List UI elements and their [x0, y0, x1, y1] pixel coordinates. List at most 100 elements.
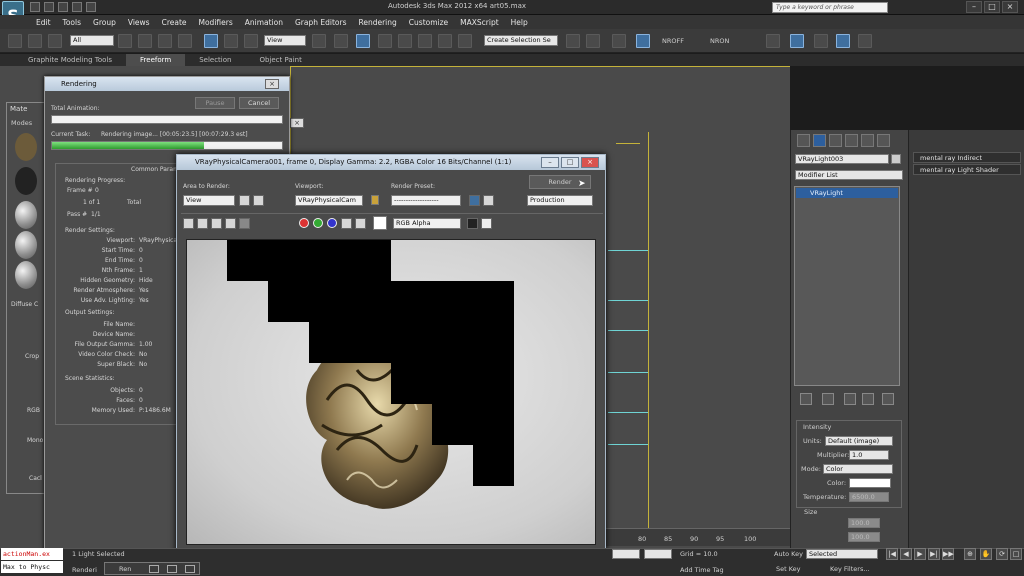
percent-snap-icon[interactable] [418, 34, 432, 48]
curve-editor-icon[interactable] [766, 34, 780, 48]
menu-edit[interactable]: Edit [30, 15, 57, 29]
half-length-spinner[interactable]: 100.0 [848, 518, 880, 528]
render-production-icon[interactable] [858, 34, 872, 48]
keyboard-shortcut-toggle-icon[interactable] [356, 34, 370, 48]
render-preset-dropdown[interactable]: ------------------- [391, 195, 461, 206]
save-image-icon[interactable] [183, 218, 194, 229]
mirror-icon[interactable] [566, 34, 580, 48]
unlink-icon[interactable] [28, 34, 42, 48]
previous-frame-icon[interactable]: ◀ [900, 548, 912, 560]
clone-frame-icon[interactable] [197, 218, 208, 229]
close-button[interactable]: × [581, 157, 599, 168]
green-channel-icon[interactable] [313, 218, 323, 228]
alpha-channel-icon[interactable] [341, 218, 352, 229]
search-input[interactable]: Type a keyword or phrase [772, 2, 888, 13]
show-end-result-icon[interactable] [822, 393, 834, 405]
modifier-list-dropdown[interactable]: Modifier List [795, 170, 903, 180]
color-swatch[interactable] [849, 478, 891, 488]
environment-icon[interactable] [483, 195, 494, 206]
select-move-icon[interactable] [204, 34, 218, 48]
maxscript-listener-line[interactable]: Max to Physc [1, 561, 63, 573]
menu-rendering[interactable]: Rendering [352, 15, 402, 29]
object-name-field[interactable]: VRayLight003 [795, 154, 889, 164]
material-slot[interactable] [15, 201, 37, 229]
play-icon[interactable]: ▶ [914, 548, 926, 560]
menu-views[interactable]: Views [122, 15, 156, 29]
viewport-dropdown[interactable]: VRayPhysicalCam [295, 195, 363, 206]
pivot-center-icon[interactable] [312, 34, 326, 48]
tab-freeform[interactable]: Freeform [126, 54, 186, 66]
reference-coordinate-dropdown[interactable]: View [264, 35, 306, 46]
modify-tab-icon[interactable] [813, 134, 826, 147]
undo-icon[interactable] [72, 2, 82, 12]
snaps-toggle-icon[interactable] [378, 34, 392, 48]
orbit-icon[interactable]: ⟳ [996, 548, 1008, 560]
angle-snap-icon[interactable] [398, 34, 412, 48]
mode-dropdown[interactable]: Color [823, 464, 893, 474]
hierarchy-tab-icon[interactable] [829, 134, 842, 147]
remove-modifier-icon[interactable] [862, 393, 874, 405]
edit-named-selection-icon[interactable] [458, 34, 472, 48]
link-icon[interactable] [8, 34, 22, 48]
material-slot[interactable] [15, 133, 37, 161]
key-mode-dropdown[interactable]: Selected [806, 549, 878, 559]
clear-image-icon[interactable] [225, 218, 236, 229]
menu-animation[interactable]: Animation [239, 15, 289, 29]
material-editor-icon[interactable] [814, 34, 828, 48]
track-mouse-icon[interactable] [211, 218, 222, 229]
object-color-swatch[interactable] [891, 154, 901, 164]
modifier-stack[interactable]: VRayLight [794, 186, 900, 386]
common-params-header[interactable]: Common Param [131, 166, 179, 173]
color-swatch[interactable] [373, 216, 387, 230]
minimize-icon[interactable] [149, 565, 159, 573]
go-to-end-icon[interactable]: ▶▶ [942, 548, 954, 560]
next-frame-icon[interactable]: ▶| [928, 548, 940, 560]
render-image[interactable] [186, 239, 596, 545]
units-dropdown[interactable]: Default (image) [825, 436, 893, 446]
bind-space-warp-icon[interactable] [48, 34, 62, 48]
motion-tab-icon[interactable] [845, 134, 858, 147]
spinner-snap-icon[interactable] [438, 34, 452, 48]
restore-icon[interactable] [167, 565, 177, 573]
multiplier-spinner[interactable]: 1.0 [849, 450, 889, 460]
menu-help[interactable]: Help [505, 15, 534, 29]
zoom-icon[interactable]: ⊕ [964, 548, 976, 560]
nron-button[interactable]: NRON [710, 37, 729, 45]
close-x-icon[interactable] [239, 218, 250, 229]
window-crossing-icon[interactable] [178, 34, 192, 48]
render-setup-icon[interactable] [469, 195, 480, 206]
selection-filter-dropdown[interactable]: All [70, 35, 114, 46]
red-channel-icon[interactable] [299, 218, 309, 228]
coord-x-field[interactable] [612, 549, 640, 559]
menu-tools[interactable]: Tools [57, 15, 87, 29]
display-alpha-icon[interactable] [467, 218, 478, 229]
tab-object-paint[interactable]: Object Paint [245, 54, 315, 66]
set-key-button[interactable]: Set Key [776, 565, 801, 573]
maximize-viewport-icon[interactable]: □ [1010, 548, 1022, 560]
coord-z-field[interactable] [644, 549, 672, 559]
menu-group[interactable]: Group [87, 15, 122, 29]
graphite-toggle-icon[interactable] [636, 34, 650, 48]
menu-create[interactable]: Create [156, 15, 193, 29]
taskbar-item[interactable]: Ren [104, 562, 200, 575]
create-tab-icon[interactable] [797, 134, 810, 147]
select-manipulate-icon[interactable] [334, 34, 348, 48]
menu-modes[interactable]: Modes [11, 119, 32, 127]
maxscript-listener-line[interactable]: actionMan.ex [1, 548, 63, 560]
display-rgb-icon[interactable] [481, 218, 492, 229]
pin-stack-icon[interactable] [800, 393, 812, 405]
display-tab-icon[interactable] [861, 134, 874, 147]
go-to-start-icon[interactable]: |◀ [886, 548, 898, 560]
key-filters-button[interactable]: Key Filters... [830, 565, 870, 573]
maximize-button[interactable]: □ [561, 157, 579, 168]
menu-graph-editors[interactable]: Graph Editors [289, 15, 353, 29]
monochrome-icon[interactable] [355, 218, 366, 229]
pan-icon[interactable]: ✋ [980, 548, 992, 560]
rectangle-selection-icon[interactable] [158, 34, 172, 48]
temperature-spinner[interactable]: 6500.0 [849, 492, 889, 502]
save-file-icon[interactable] [58, 2, 68, 12]
close-icon[interactable]: × [290, 118, 304, 128]
auto-region-icon[interactable] [253, 195, 264, 206]
make-unique-icon[interactable] [844, 393, 856, 405]
close-button[interactable]: × [1002, 1, 1018, 13]
